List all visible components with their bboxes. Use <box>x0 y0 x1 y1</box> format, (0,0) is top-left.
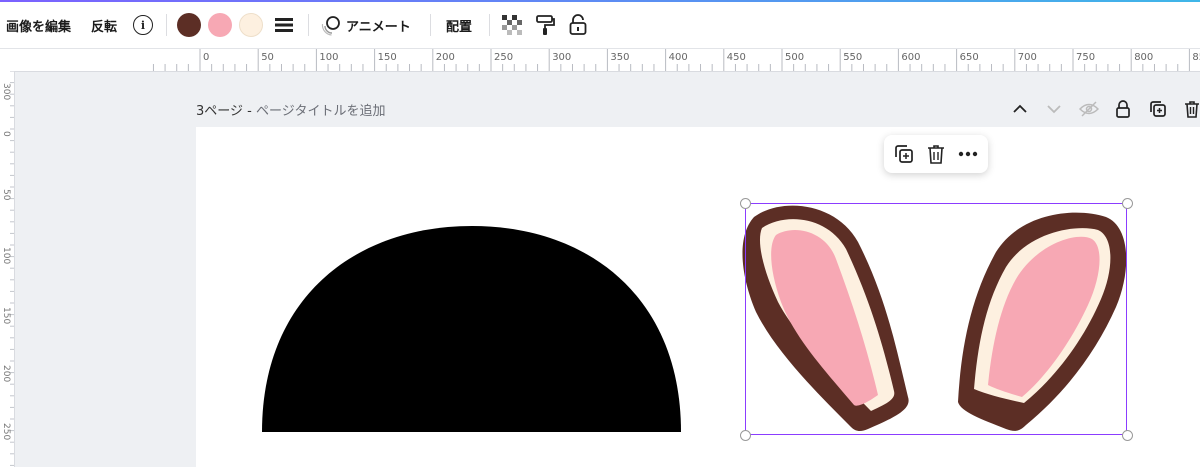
color-swatch-brown-fill <box>177 13 201 37</box>
ruler-tick-label: 100 <box>1 247 11 265</box>
info-icon: i <box>133 15 153 35</box>
ruler-tick-label: 750 <box>1076 52 1096 63</box>
edit-image-button[interactable]: 画像を編集 <box>6 2 71 48</box>
animate-button[interactable]: アニメート <box>320 2 411 48</box>
element-context-toolbar <box>884 135 988 173</box>
animate-icon <box>321 16 340 36</box>
info-button[interactable]: i <box>133 2 153 48</box>
ruler-tick-label: 400 <box>668 52 688 63</box>
vertical-ruler: 300 0 50 100 150 200 250 <box>0 71 15 467</box>
toolbar-divider <box>308 14 309 36</box>
toolbar-divider <box>166 14 167 36</box>
horizontal-ruler: 0 50 100 150 200 250 300 350 400 450 500 550 600 650 7… <box>0 49 1200 72</box>
resize-handle-bottom-right[interactable] <box>1122 430 1133 441</box>
toolbar-divider <box>430 14 431 36</box>
ruler-tick-label: 350 <box>610 52 630 63</box>
ruler-tick-label: 150 <box>1 307 11 325</box>
more-dots-icon <box>958 151 978 157</box>
chevron-up-icon <box>1013 104 1027 113</box>
flip-button[interactable]: 反転 <box>91 2 117 48</box>
page-title-placeholder[interactable]: ページタイトルを追加 <box>256 104 385 119</box>
duplicate-icon <box>895 145 913 163</box>
selection-box[interactable] <box>745 203 1127 435</box>
ruler-tick-label: 500 <box>785 52 805 63</box>
resize-handle-top-right[interactable] <box>1122 198 1133 209</box>
unlock-icon <box>569 14 587 35</box>
eye-hidden-icon <box>1079 101 1099 117</box>
ruler-tick-label: 85 <box>1192 52 1200 63</box>
ruler-tick-label: 250 <box>494 52 514 63</box>
color-swatch-cream-fill <box>239 13 263 37</box>
color-swatch-brown[interactable] <box>177 2 201 48</box>
color-swatch-cream[interactable] <box>239 2 263 48</box>
toolbar-divider <box>489 14 490 36</box>
ruler-tick-label: 300 <box>1 83 11 101</box>
ruler-tick-label: 0 <box>1 131 11 137</box>
border-style-button[interactable] <box>274 2 294 48</box>
ruler-tick-label: 100 <box>319 52 339 63</box>
page-number-label: 3ページ - <box>196 104 256 119</box>
position-button[interactable]: 配置 <box>446 2 472 48</box>
ruler-tick-label: 450 <box>726 52 746 63</box>
duplicate-element-button[interactable] <box>893 143 915 165</box>
border-lines-icon <box>275 18 293 32</box>
ruler-tick-label: 50 <box>261 52 274 63</box>
black-semicircle-shape[interactable] <box>262 226 681 432</box>
page-down-button[interactable] <box>1043 98 1065 120</box>
ruler-tick-label: 200 <box>1 365 11 383</box>
transparency-button[interactable] <box>502 2 522 48</box>
paint-roller-icon <box>536 15 555 35</box>
lock-icon <box>1116 100 1130 118</box>
duplicate-page-button[interactable] <box>1147 98 1169 120</box>
color-swatch-pink-fill <box>208 13 232 37</box>
transparency-checker-icon <box>502 15 522 35</box>
lock-page-button[interactable] <box>1112 98 1134 120</box>
copy-style-button[interactable] <box>535 2 555 48</box>
color-swatch-pink[interactable] <box>208 2 232 48</box>
ruler-tick-label: 150 <box>377 52 397 63</box>
delete-element-button[interactable] <box>925 143 947 165</box>
ruler-tick-label: 650 <box>959 52 979 63</box>
hide-page-button[interactable] <box>1078 98 1100 120</box>
chevron-down-icon <box>1047 105 1061 114</box>
more-options-button[interactable] <box>957 143 979 165</box>
ruler-tick-label: 50 <box>1 189 11 201</box>
animate-label: アニメート <box>346 19 411 35</box>
duplicate-icon <box>1150 101 1166 117</box>
ruler-tick-label: 300 <box>552 52 572 63</box>
ruler-tick-label: 200 <box>435 52 455 63</box>
page-up-button[interactable] <box>1009 98 1031 120</box>
trash-icon <box>928 145 944 164</box>
ruler-tick-label: 700 <box>1017 52 1037 63</box>
ruler-tick-label: 800 <box>1134 52 1154 63</box>
page-title[interactable]: 3ページ - ページタイトルを追加 <box>196 100 385 119</box>
ruler-tick-label: 250 <box>1 423 11 441</box>
resize-handle-bottom-left[interactable] <box>740 430 751 441</box>
delete-page-button[interactable] <box>1181 98 1200 120</box>
ruler-tick-label: 600 <box>901 52 921 63</box>
editor-toolbar: 画像を編集 反転 i アニメート 配置 <box>0 2 1200 49</box>
trash-icon <box>1185 101 1199 118</box>
lock-button[interactable] <box>568 2 588 48</box>
ruler-tick-label: 0 <box>203 52 210 63</box>
ruler-tick-label: 550 <box>843 52 863 63</box>
resize-handle-top-left[interactable] <box>740 198 751 209</box>
